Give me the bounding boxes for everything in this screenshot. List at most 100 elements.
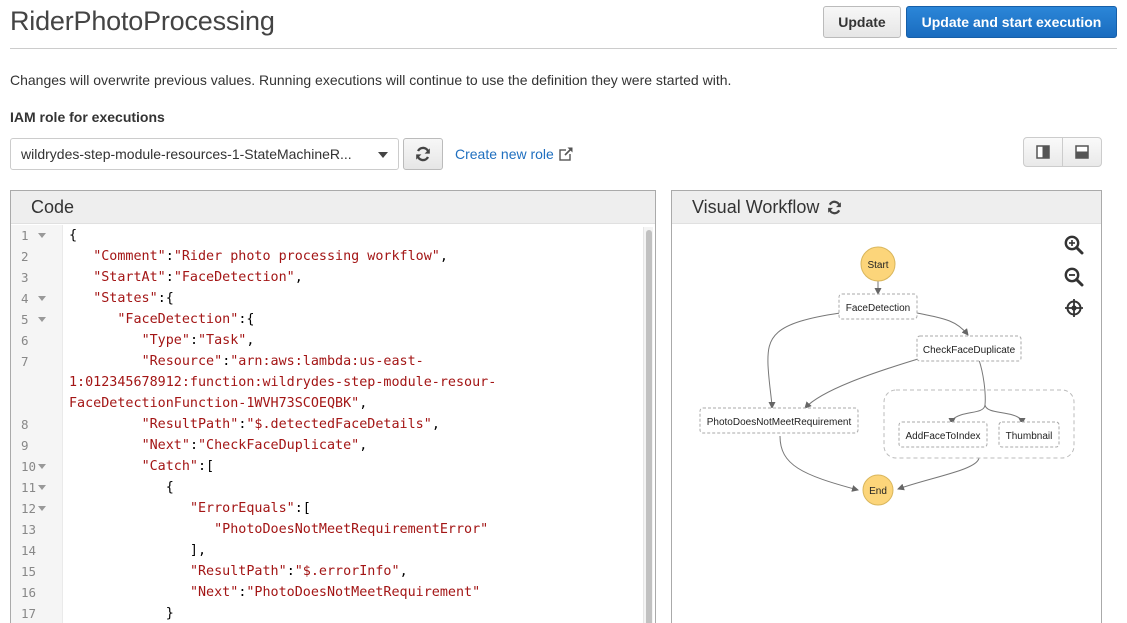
json-string-token: FaceDetectionFunction-1WVH73SCOEQBK" — [69, 396, 360, 411]
line-number: 15 — [21, 564, 37, 579]
editor-scrollbar-thumb[interactable] — [646, 230, 652, 623]
json-punctuation-token: , — [359, 438, 368, 453]
code-line: 1:012345678912:function:wildrydes-step-m… — [11, 372, 655, 393]
fold-arrow-icon[interactable] — [38, 233, 46, 238]
line-number: 4 — [11, 288, 63, 309]
json-punctuation-token: : — [165, 270, 174, 285]
iam-role-select[interactable]: wildrydes-step-module-resources-1-StateM… — [10, 138, 399, 170]
json-punctuation-token: , — [294, 270, 303, 285]
zoom-out-icon — [1064, 267, 1084, 287]
code-line: 15 "ResultPath":"$.errorInfo", — [11, 561, 655, 582]
node-start[interactable]: Start — [860, 246, 896, 282]
code-text: "Next":"CheckFaceDuplicate", — [63, 435, 368, 456]
json-punctuation-token: ], — [69, 543, 207, 558]
zoom-in-icon — [1064, 235, 1084, 255]
code-line: 2 "Comment":"Rider photo processing work… — [11, 246, 655, 267]
line-number: 12 — [11, 498, 63, 519]
code-line: 5 "FaceDetection":{ — [11, 309, 655, 330]
json-punctuation-token — [69, 312, 117, 327]
line-number: 10 — [11, 456, 63, 477]
refresh-workflow-icon[interactable] — [827, 200, 842, 215]
fold-arrow-icon[interactable] — [38, 317, 46, 322]
fold-arrow-icon[interactable] — [38, 485, 46, 490]
code-text: } — [63, 603, 174, 623]
line-number: 16 — [21, 585, 37, 600]
node-thumbnail[interactable]: Thumbnail — [998, 421, 1060, 448]
zoom-out-button[interactable] — [1063, 266, 1085, 288]
stacked-layout-button[interactable] — [1062, 138, 1101, 166]
code-text: "PhotoDoesNotMeetRequirementError" — [63, 519, 488, 540]
editor-scrollbar[interactable] — [643, 227, 653, 623]
code-text: "ResultPath":"$.errorInfo", — [63, 561, 408, 582]
json-string-token: "Resource" — [141, 354, 223, 369]
update-and-start-execution-button[interactable]: Update and start execution — [906, 6, 1117, 38]
code-text: "Next":"PhotoDoesNotMeetRequirement" — [63, 582, 480, 603]
edge-facedetection-checkduplicate — [916, 312, 969, 336]
json-string-token: "States" — [93, 291, 158, 306]
code-text: "States":{ — [63, 288, 174, 309]
json-string-token: "Next" — [141, 438, 190, 453]
code-text: "Resource":"arn:aws:lambda:us-east- — [63, 351, 424, 372]
code-text: 1:012345678912:function:wildrydes-step-m… — [63, 372, 496, 393]
code-line: 3 "StartAt":"FaceDetection", — [11, 267, 655, 288]
json-string-token: 1:012345678912:function:wildrydes-step-m… — [69, 375, 497, 390]
code-line: 7 "Resource":"arn:aws:lambda:us-east- — [11, 351, 655, 372]
title-divider — [10, 48, 1117, 49]
edge-checkduplicate-photonotmeet — [804, 358, 919, 409]
refresh-roles-button[interactable] — [403, 138, 443, 170]
workflow-panel-header: Visual Workflow — [672, 191, 1101, 224]
code-line: 6 "Type":"Task", — [11, 330, 655, 351]
line-number: 3 — [21, 270, 29, 285]
zoom-in-button[interactable] — [1063, 234, 1085, 256]
json-string-token: "arn:aws:lambda:us-east- — [230, 354, 424, 369]
create-new-role-link[interactable]: Create new role — [455, 146, 573, 162]
code-text: { — [63, 477, 174, 498]
line-number: 5 — [11, 309, 63, 330]
json-punctuation-token: :{ — [238, 312, 255, 327]
code-line: 11 { — [11, 477, 655, 498]
iam-role-selected-value: wildrydes-step-module-resources-1-StateM… — [21, 146, 352, 162]
center-view-button[interactable] — [1063, 297, 1085, 319]
json-punctuation-token: :{ — [157, 291, 174, 306]
fold-arrow-icon[interactable] — [38, 506, 46, 511]
json-string-token: "StartAt" — [93, 270, 166, 285]
code-text: "Type":"Task", — [63, 330, 255, 351]
side-by-side-layout-button[interactable] — [1024, 138, 1062, 166]
code-text: ], — [63, 540, 206, 561]
edge-parallel-thumbnail — [984, 404, 1026, 425]
code-text: "ErrorEquals":[ — [63, 498, 311, 519]
json-string-token: "$.detectedFaceDetails" — [246, 417, 432, 432]
json-punctuation-token: : — [189, 333, 198, 348]
json-string-token: "Next" — [189, 585, 239, 600]
code-line: 16 "Next":"PhotoDoesNotMeetRequirement" — [11, 582, 655, 603]
json-string-token: "FaceDetection" — [117, 312, 239, 327]
json-punctuation-token: :[ — [294, 501, 311, 516]
code-line: FaceDetectionFunction-1WVH73SCOEQBK", — [11, 393, 655, 414]
json-punctuation-token — [69, 501, 190, 516]
fold-arrow-icon[interactable] — [38, 464, 46, 469]
node-check-face-duplicate[interactable]: CheckFaceDuplicate — [916, 335, 1022, 362]
code-line: 12 "ErrorEquals":[ — [11, 498, 655, 519]
code-line: 1{ — [11, 225, 655, 246]
fold-arrow-icon[interactable] — [38, 296, 46, 301]
code-line: 13 "PhotoDoesNotMeetRequirementError" — [11, 519, 655, 540]
code-line: 8 "ResultPath":"$.detectedFaceDetails", — [11, 414, 655, 435]
workflow-canvas[interactable]: Start FaceDetection CheckFaceDuplicate P… — [672, 225, 1101, 623]
json-string-token: "Task" — [198, 333, 247, 348]
node-face-detection[interactable]: FaceDetection — [838, 293, 918, 320]
json-punctuation-token — [69, 354, 142, 369]
layout-toggle-group — [1023, 137, 1102, 167]
node-check-face-duplicate-label: CheckFaceDuplicate — [923, 345, 1016, 356]
create-new-role-label: Create new role — [455, 146, 554, 162]
json-punctuation-token — [69, 249, 93, 264]
node-add-face-to-index[interactable]: AddFaceToIndex — [898, 421, 988, 448]
edge-parallel-end — [897, 457, 980, 491]
node-photo-does-not-meet-requirement[interactable]: PhotoDoesNotMeetRequirement — [699, 407, 859, 434]
json-string-token: "Rider photo processing workflow" — [173, 249, 440, 264]
code-text: "Catch":[ — [63, 456, 215, 477]
update-button[interactable]: Update — [823, 6, 901, 38]
code-editor[interactable]: 1{2 "Comment":"Rider photo processing wo… — [11, 225, 655, 623]
node-end[interactable]: End — [862, 474, 894, 506]
json-string-token: "Catch" — [141, 459, 198, 474]
node-add-face-to-index-label: AddFaceToIndex — [905, 431, 980, 442]
